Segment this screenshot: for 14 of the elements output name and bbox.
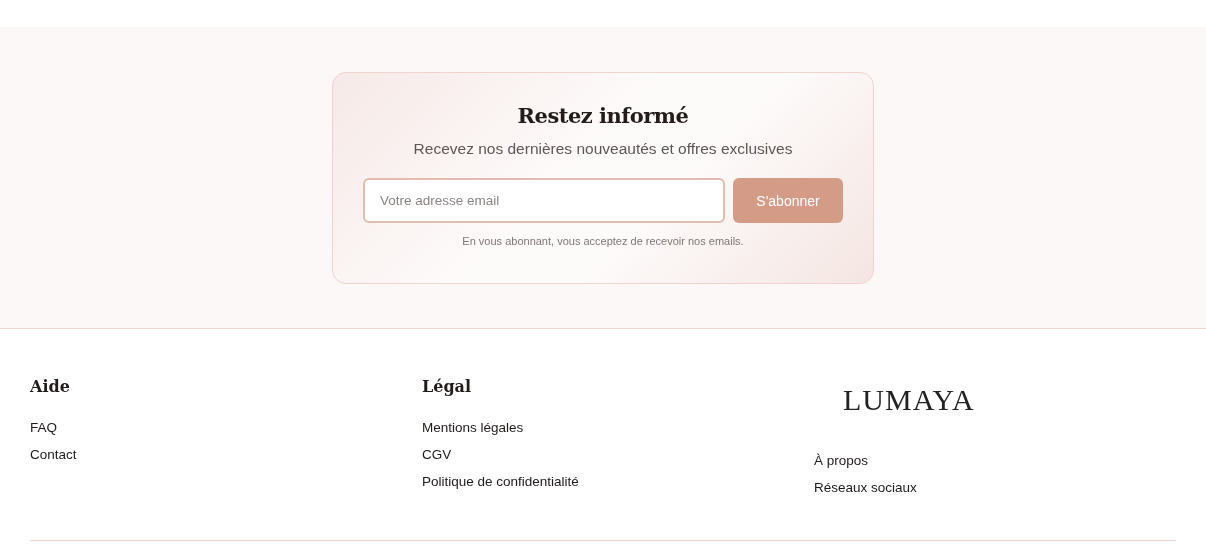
- email-field[interactable]: Votre adresse email: [363, 178, 725, 223]
- footer-link[interactable]: À propos: [814, 453, 869, 468]
- footer-link[interactable]: Politique de confidentialité: [422, 474, 579, 489]
- footer-link[interactable]: Contact: [30, 447, 77, 462]
- footer-heading: Aide: [30, 377, 71, 398]
- footer-link[interactable]: Mentions légales: [422, 420, 524, 435]
- footer-link[interactable]: CGV: [422, 447, 452, 462]
- consent-note: En vous abonnant, vous acceptez de recevoir nos emails.: [462, 235, 744, 247]
- newsletter-title: Restez informé: [517, 103, 689, 128]
- footer-link[interactable]: FAQ: [30, 420, 57, 435]
- footer-link[interactable]: Réseaux sociaux: [814, 480, 917, 495]
- brand-logo[interactable]: LUMAYA: [843, 383, 975, 417]
- newsletter-subtitle: Recevez nos dernières nouveautés et offres exclusives: [413, 140, 793, 158]
- footer-heading: Légal: [422, 377, 473, 398]
